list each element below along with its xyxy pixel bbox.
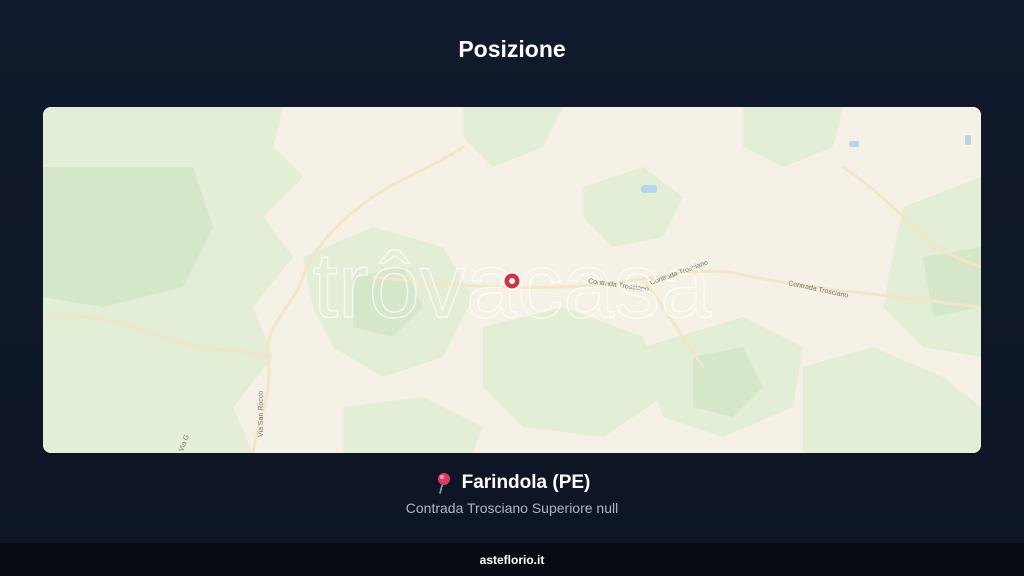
- location-heading: Farindola (PE): [0, 472, 1024, 494]
- round-pushpin-icon: [437, 473, 450, 494]
- page-title: Posizione: [458, 36, 566, 62]
- city-name: Farindola (PE): [461, 472, 591, 493]
- address: Contrada Trosciano Superiore null: [405, 500, 619, 516]
- map[interactable]: Contrada Trosciano Contrada Trosciano Co…: [43, 107, 981, 453]
- footer-brand[interactable]: asteflorio.it: [480, 553, 545, 567]
- footer: asteflorio.it: [0, 543, 1024, 576]
- road-label-via-san-rocco: Via San Rocco: [258, 391, 265, 437]
- map-marker-icon[interactable]: [503, 272, 521, 290]
